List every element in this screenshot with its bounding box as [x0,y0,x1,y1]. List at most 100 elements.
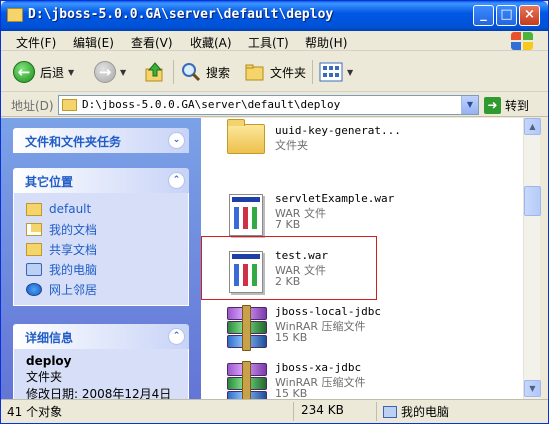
menu-favorites[interactable]: 收藏(A) [190,34,232,51]
vertical-scrollbar[interactable]: ▲ ▼ [523,118,541,399]
network-icon [26,282,42,296]
place-label: 我的电脑 [49,262,98,277]
other-places-title: 其它位置 [25,175,74,189]
file-size: 15 KB [275,387,308,399]
status-size: 234 KB [301,403,344,417]
file-type: 文件夹 [275,139,308,152]
place-network[interactable]: 网上邻居 [26,279,178,299]
folder-icon [7,8,23,22]
go-label: 转到 [505,98,530,113]
toolbar-separator [312,60,313,84]
search-button[interactable]: 搜索 [180,59,230,85]
file-item[interactable]: jboss-xa-jdbc WinRAR 压缩文件 15 KB [219,357,519,399]
file-size: 15 KB [275,331,308,344]
documents-icon [26,222,42,236]
place-label: 共享文档 [49,242,98,257]
folders-label: 文件夹 [270,65,307,80]
address-dropdown-button[interactable]: ▼ [461,96,478,114]
address-label: 地址(D) [11,99,54,113]
file-tasks-header[interactable]: 文件和文件夹任务 ⌄ [13,128,189,153]
windows-logo-icon [511,32,535,50]
menu-tools[interactable]: 工具(T) [248,34,289,51]
views-icon [319,62,343,82]
file-size: 7 KB [275,218,301,231]
window-title: D:\jboss-5.0.0.GA\server\default\deploy [28,7,334,22]
folders-button[interactable]: 文件夹 [244,59,306,85]
chevron-up-icon[interactable]: ⌃ [168,328,185,345]
back-arrow-icon: ← [13,61,35,83]
other-places-header[interactable]: 其它位置 ⌃ [13,168,189,193]
place-my-computer[interactable]: 我的电脑 [26,259,178,279]
file-name: servletExample.war [275,192,395,205]
chevron-up-icon[interactable]: ⌃ [168,172,185,189]
other-places-panel: 其它位置 ⌃ default 我的文档 共享文档 我的电脑 网上邻居 [13,168,189,306]
rar-archive-icon [223,361,267,399]
address-input[interactable]: D:\jboss-5.0.0.GA\server\default\deploy … [58,95,479,115]
computer-icon [26,262,42,276]
menu-file[interactable]: 文件(F) [16,34,56,51]
menu-help[interactable]: 帮助(H) [305,34,347,51]
folder-icon [26,202,42,216]
chevron-down-icon: ▼ [120,67,127,77]
other-places-list: default 我的文档 共享文档 我的电脑 网上邻居 [13,193,189,306]
computer-icon [383,406,397,418]
title-bar[interactable]: D:\jboss-5.0.0.GA\server\default\deploy … [1,1,548,31]
details-name: deploy [26,354,72,368]
file-name: jboss-xa-jdbc [275,361,362,374]
place-default[interactable]: default [26,199,178,219]
place-my-documents[interactable]: 我的文档 [26,219,178,239]
scroll-down-button[interactable]: ▼ [524,380,541,397]
scroll-up-button[interactable]: ▲ [524,118,541,135]
details-modified: 修改日期: 2008年12月4日 [26,387,172,399]
place-label: 网上邻居 [49,282,98,297]
folders-icon [245,64,264,81]
toolbar-separator [173,60,174,84]
details-type: 文件夹 [26,370,63,384]
file-tasks-title: 文件和文件夹任务 [25,135,122,149]
chevron-down-icon: ▼ [68,67,75,77]
file-item[interactable]: jboss-local-jdbc WinRAR 压缩文件 15 KB [219,301,519,355]
status-object-count: 41 个对象 [7,405,63,419]
details-header[interactable]: 详细信息 ⌃ [13,324,189,349]
views-button[interactable]: ▼ [319,59,353,85]
scroll-thumb[interactable] [524,186,541,216]
folder-icon [62,99,77,111]
place-shared-documents[interactable]: 共享文档 [26,239,178,259]
minimize-button[interactable]: _ [473,5,494,26]
back-button[interactable]: ← 后退 ▼ [13,59,74,85]
status-separator [293,402,294,421]
up-folder-button[interactable] [144,59,166,85]
war-file-icon [223,192,267,236]
file-item[interactable]: servletExample.war WAR 文件 7 KB [219,188,519,242]
menu-view[interactable]: 查看(V) [131,34,173,51]
folder-icon [223,118,267,158]
details-panel: 详细信息 ⌃ deploy 文件夹 修改日期: 2008年12月4日 [13,324,189,399]
file-item[interactable]: uuid-key-generat... 文件夹 [219,118,519,164]
chevron-down-icon[interactable]: ⌄ [168,132,185,149]
chevron-down-icon: ▼ [347,67,354,77]
address-value: D:\jboss-5.0.0.GA\server\default\deploy [82,98,341,111]
go-button[interactable]: ➜ 转到 [484,96,529,114]
explorer-window: D:\jboss-5.0.0.GA\server\default\deploy … [0,0,549,424]
menu-edit[interactable]: 编辑(E) [73,34,114,51]
highlight-annotation-box [201,236,377,300]
status-location-label: 我的电脑 [401,405,450,419]
close-button[interactable]: × [519,5,540,26]
file-tasks-panel: 文件和文件夹任务 ⌄ [13,128,189,153]
forward-arrow-icon: → [94,61,116,83]
place-label: default [49,202,92,216]
file-name: uuid-key-generat... [275,124,401,137]
maximize-button[interactable]: □ [496,5,517,26]
up-folder-icon [145,62,163,82]
address-bar: 地址(D) D:\jboss-5.0.0.GA\server\default\d… [1,93,548,117]
status-separator [376,402,377,421]
toolbar: ← 后退 ▼ → ▼ 搜索 文件夹 ▼ [1,52,548,92]
details-body: deploy 文件夹 修改日期: 2008年12月4日 [13,349,189,399]
status-location: 我的电脑 [383,403,449,420]
go-arrow-icon: ➜ [484,96,501,114]
search-icon [182,63,201,82]
forward-button[interactable]: → ▼ [94,59,126,85]
search-label: 搜索 [206,65,231,80]
rar-archive-icon [223,305,267,351]
status-bar: 41 个对象 234 KB 我的电脑 [1,399,548,423]
